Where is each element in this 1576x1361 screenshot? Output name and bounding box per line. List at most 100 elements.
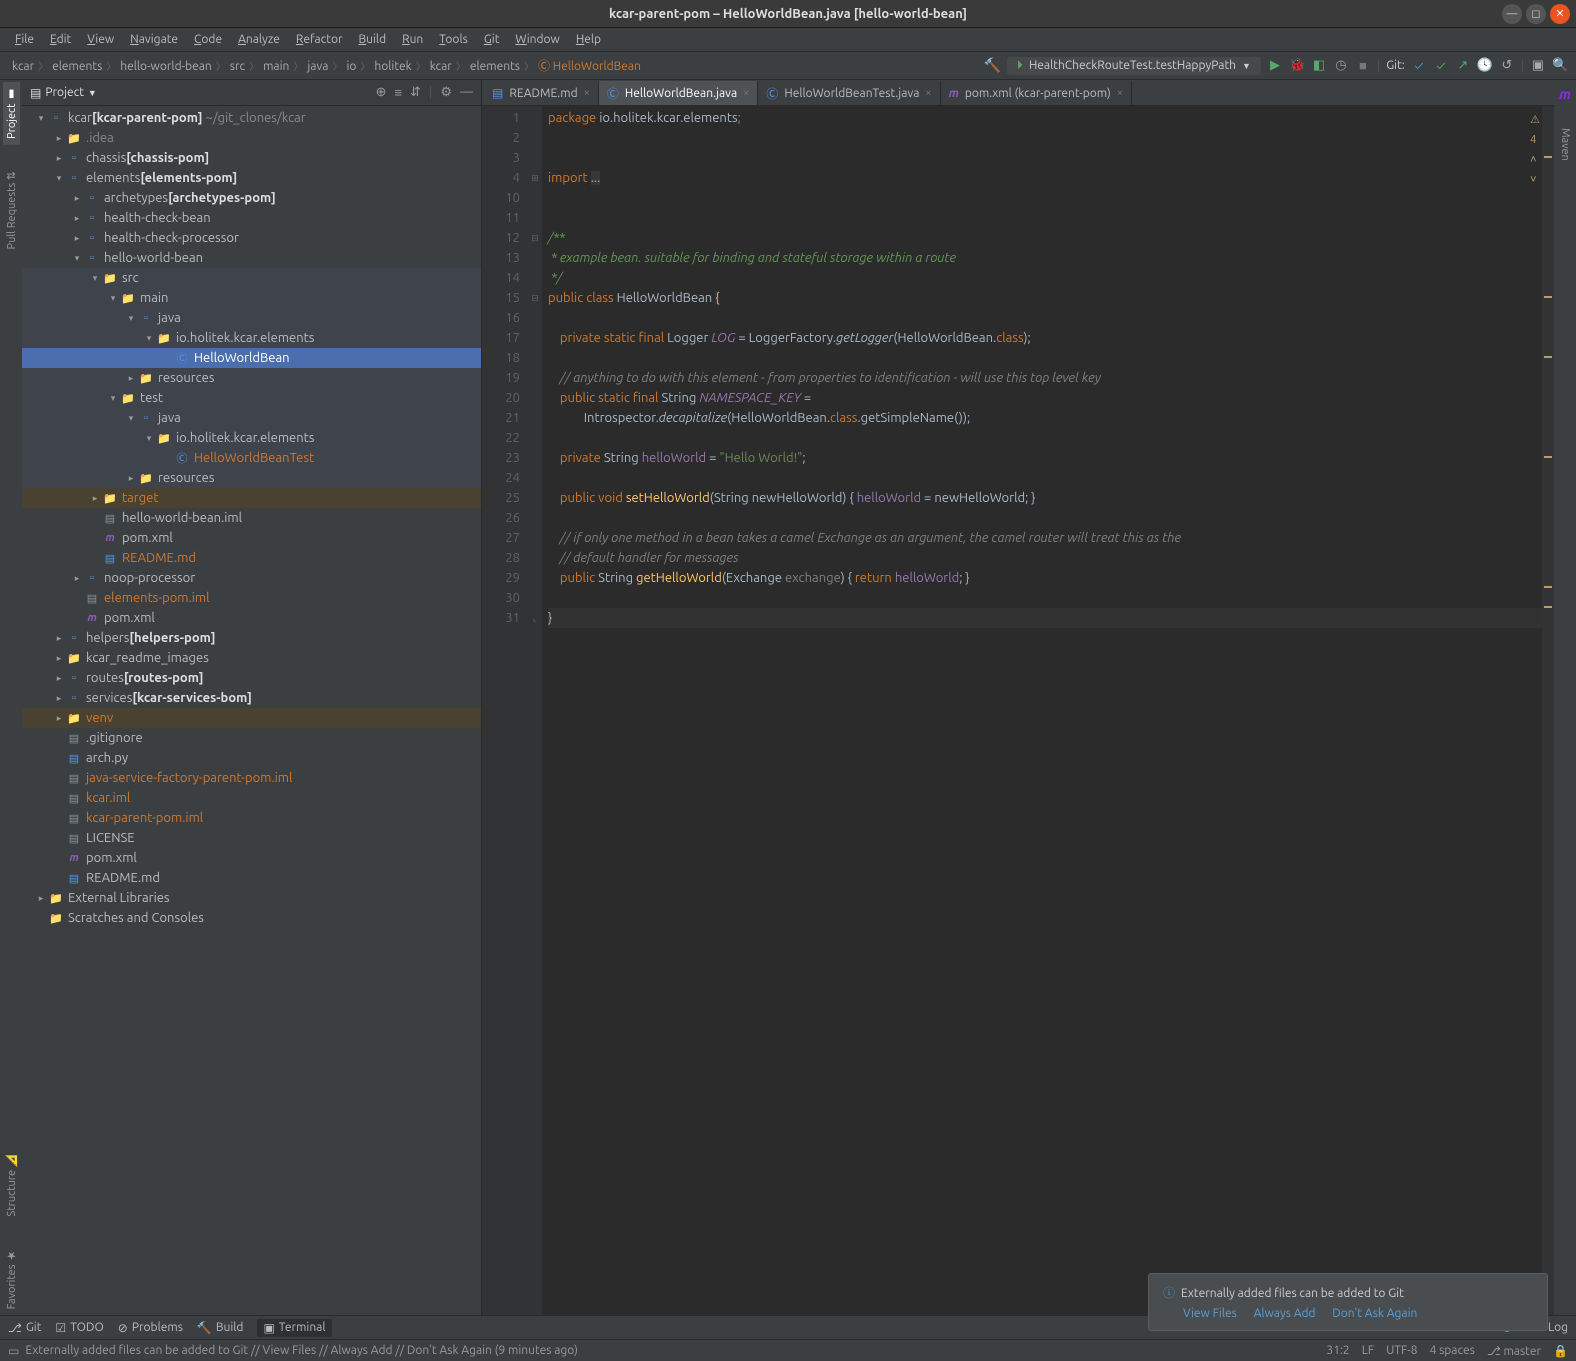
tree-chassis[interactable]: ▸▫chassis [chassis-pom] — [22, 148, 481, 168]
bottom-build[interactable]: 🔨 Build — [197, 1321, 244, 1335]
menu-build[interactable]: Build — [352, 31, 394, 48]
coverage-icon[interactable]: ◧ — [1311, 58, 1327, 73]
tree-pom-xml[interactable]: mpom.xml — [22, 528, 481, 548]
tree-helloworldbeantest[interactable]: ⒸHelloWorldBeanTest — [22, 448, 481, 468]
tree-health-check-bean[interactable]: ▸▫health-check-bean — [22, 208, 481, 228]
tree-helpers[interactable]: ▸▫helpers [helpers-pom] — [22, 628, 481, 648]
tree-archetypes[interactable]: ▸▫archetypes [archetypes-pom] — [22, 188, 481, 208]
bottom-terminal[interactable]: ▣ Terminal — [257, 1319, 331, 1337]
debug-icon[interactable]: 🐞 — [1289, 58, 1305, 73]
tree-helloworldbean[interactable]: ⒸHelloWorldBean — [22, 348, 481, 368]
tree-venv[interactable]: ▸📁venv — [22, 708, 481, 728]
bottom-git[interactable]: ⎇ Git — [8, 1321, 41, 1335]
tree-kcar-iml[interactable]: ▤kcar.iml — [22, 788, 481, 808]
tree-external-libraries[interactable]: ▸📁External Libraries — [22, 888, 481, 908]
maven-label[interactable]: Maven — [1557, 122, 1573, 167]
line-sep[interactable]: LF — [1362, 1344, 1374, 1357]
tree-resources[interactable]: ▸📁resources — [22, 468, 481, 488]
menu-code[interactable]: Code — [187, 31, 229, 48]
project-tool-tab[interactable]: Project ▮ — [3, 82, 20, 145]
breadcrumb-hello-world-bean[interactable]: hello-world-bean — [116, 60, 215, 73]
warnings-badge[interactable]: ⚠ 4 ˄ ˅ — [1530, 110, 1540, 190]
notif-dont-ask[interactable]: Don't Ask Again — [1332, 1307, 1417, 1320]
tree-pom-xml[interactable]: mpom.xml — [22, 848, 481, 868]
hide-icon[interactable]: — — [460, 85, 473, 100]
menu-file[interactable]: File — [8, 31, 41, 48]
breadcrumb-kcar[interactable]: kcar — [426, 60, 456, 73]
menu-run[interactable]: Run — [395, 31, 430, 48]
tree-java-service-factory-parent-pom-iml[interactable]: ▤java-service-factory-parent-pom.iml — [22, 768, 481, 788]
tree-pom-xml[interactable]: mpom.xml — [22, 608, 481, 628]
project-view-selector[interactable]: ▤ Project ▼ — [30, 86, 97, 100]
lock-icon[interactable]: 🔒 — [1553, 1344, 1568, 1358]
project-tree[interactable]: ▾▫kcar [kcar-parent-pom] ~/git_clones/kc… — [22, 106, 481, 1315]
tree-kcar-parent-pom-iml[interactable]: ▤kcar-parent-pom.iml — [22, 808, 481, 828]
tree-hello-world-bean[interactable]: ▾▫hello-world-bean — [22, 248, 481, 268]
breadcrumb-io[interactable]: io — [342, 60, 360, 73]
tree-elements[interactable]: ▾▫elements [elements-pom] — [22, 168, 481, 188]
run-config-selector[interactable]: ⏵ HealthCheckRouteTest.testHappyPath ▼ — [1007, 57, 1261, 75]
code-text[interactable]: package io.holitek.kcar.elements;import … — [542, 106, 1542, 1315]
indent[interactable]: 4 spaces — [1430, 1344, 1475, 1357]
tree-routes[interactable]: ▸▫routes [routes-pom] — [22, 668, 481, 688]
breadcrumb-main[interactable]: main — [259, 60, 293, 73]
error-stripe[interactable]: ⚠ 4 ˄ ˅ — [1542, 106, 1554, 1315]
menu-analyze[interactable]: Analyze — [231, 31, 287, 48]
encoding[interactable]: UTF-8 — [1386, 1344, 1417, 1357]
status-icon[interactable]: ▭ — [8, 1344, 19, 1358]
breadcrumb-elements[interactable]: elements — [48, 60, 106, 73]
collapse-icon[interactable]: ⇵ — [410, 85, 421, 100]
tree-hello-world-bean-iml[interactable]: ▤hello-world-bean.iml — [22, 508, 481, 528]
tree-health-check-processor[interactable]: ▸▫health-check-processor — [22, 228, 481, 248]
breadcrumb-HelloWorldBean[interactable]: Ⓒ HelloWorldBean — [534, 60, 645, 73]
menu-refactor[interactable]: Refactor — [289, 31, 350, 48]
menu-tools[interactable]: Tools — [432, 31, 475, 48]
menu-navigate[interactable]: Navigate — [123, 31, 185, 48]
breadcrumb-java[interactable]: java — [303, 60, 332, 73]
tree-readme-md[interactable]: ▤README.md — [22, 868, 481, 888]
tree-target[interactable]: ▸📁target — [22, 488, 481, 508]
tree-resources[interactable]: ▸📁resources — [22, 368, 481, 388]
gear-icon[interactable]: ⚙ — [440, 85, 452, 100]
tree-java[interactable]: ▾▫java — [22, 308, 481, 328]
fold-gutter[interactable]: ⊞⊟⊟⌞ — [528, 106, 542, 1315]
pull-requests-tab[interactable]: Pull Requests ⇅ — [3, 165, 20, 255]
git-rollback-icon[interactable]: ↺ — [1499, 58, 1515, 73]
tree-io-holitek-kcar-elements[interactable]: ▾📁io.holitek.kcar.elements — [22, 428, 481, 448]
tree-noop-processor[interactable]: ▸▫noop-processor — [22, 568, 481, 588]
tree-license[interactable]: ▤LICENSE — [22, 828, 481, 848]
code-area[interactable]: 1234101112131415161718192021222324252627… — [482, 106, 1554, 1315]
structure-tab[interactable]: Structure 📐 — [3, 1148, 20, 1222]
breadcrumb-kcar[interactable]: kcar — [8, 60, 38, 73]
favorites-tab[interactable]: Favorites ★ — [3, 1243, 20, 1315]
tree-arch-py[interactable]: ▤arch.py — [22, 748, 481, 768]
run-icon[interactable]: ▶ — [1267, 58, 1283, 73]
tab-readme-md[interactable]: ▤README.md× — [484, 81, 599, 105]
profile-icon[interactable]: ◷ — [1333, 58, 1349, 73]
ide-settings-icon[interactable]: ▣ — [1530, 58, 1546, 73]
minimize-button[interactable]: — — [1502, 4, 1522, 24]
tree-kcar-readme-images[interactable]: ▸📁kcar_readme_images — [22, 648, 481, 668]
tree-test[interactable]: ▾📁test — [22, 388, 481, 408]
tree-src[interactable]: ▾📁src — [22, 268, 481, 288]
maven-tool-tab[interactable]: m — [1559, 86, 1571, 102]
bottom-todo[interactable]: ☑ TODO — [55, 1321, 103, 1335]
caret-pos[interactable]: 31:2 — [1326, 1344, 1349, 1357]
tree-readme-md[interactable]: ▤README.md — [22, 548, 481, 568]
git-history-icon[interactable]: 🕓 — [1477, 58, 1493, 73]
stop-icon[interactable]: ■ — [1355, 58, 1371, 73]
git-commit-icon[interactable]: ✓ — [1433, 59, 1449, 73]
menu-window[interactable]: Window — [508, 31, 566, 48]
notif-always-add[interactable]: Always Add — [1254, 1307, 1316, 1320]
tree-kcar[interactable]: ▾▫kcar [kcar-parent-pom] ~/git_clones/kc… — [22, 108, 481, 128]
tab-helloworldbeantest-java[interactable]: ⒸHelloWorldBeanTest.java× — [758, 81, 940, 105]
git-branch[interactable]: ⎇ master — [1487, 1344, 1541, 1358]
tree-elements-pom-iml[interactable]: ▤elements-pom.iml — [22, 588, 481, 608]
tree-main[interactable]: ▾📁main — [22, 288, 481, 308]
tree-io-holitek-kcar-elements[interactable]: ▾📁io.holitek.kcar.elements — [22, 328, 481, 348]
search-icon[interactable]: 🔍 — [1552, 58, 1568, 73]
menu-view[interactable]: View — [80, 31, 121, 48]
git-push-icon[interactable]: ↗ — [1455, 58, 1471, 73]
bottom-problems[interactable]: ⊘ Problems — [118, 1321, 183, 1335]
breadcrumb-src[interactable]: src — [226, 60, 249, 73]
